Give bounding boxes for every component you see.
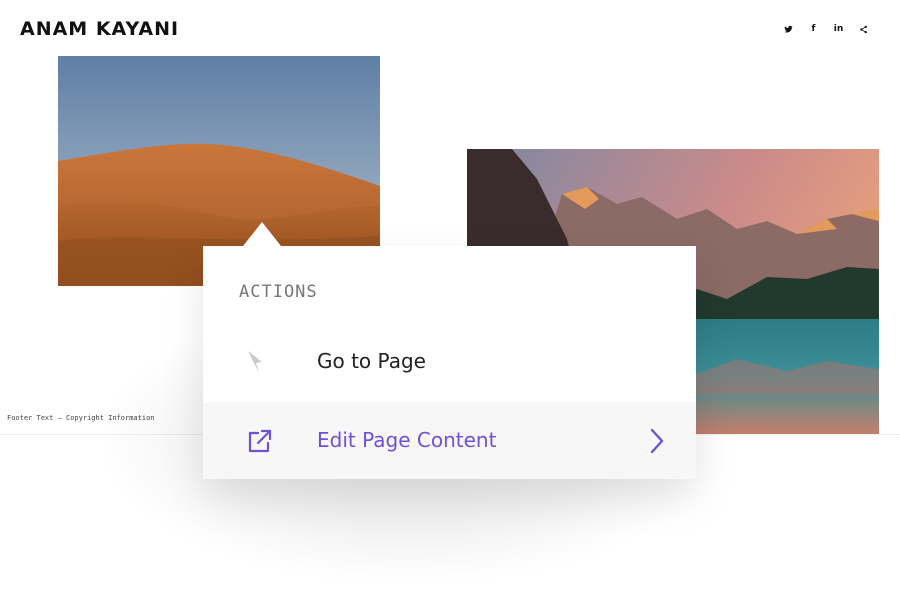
edit-page-content-label: Edit Page Content — [317, 428, 497, 452]
actions-heading: ACTIONS — [239, 282, 318, 302]
cursor-arrow-icon — [245, 347, 275, 377]
social-links: f in — [776, 22, 876, 36]
chevron-right-icon — [649, 428, 665, 454]
popup-caret — [243, 222, 281, 246]
linkedin-icon[interactable]: in — [826, 22, 851, 36]
external-link-icon — [245, 426, 275, 456]
facebook-icon[interactable]: f — [801, 22, 826, 36]
go-to-page-label: Go to Page — [317, 349, 426, 373]
actions-popup: ACTIONS Go to Page Edit Page Content — [203, 222, 696, 479]
site-logo[interactable]: ANAM KAYANI — [20, 18, 179, 40]
share-icon[interactable] — [851, 22, 876, 36]
edit-page-content-item[interactable]: Edit Page Content — [203, 402, 696, 479]
twitter-icon[interactable] — [776, 22, 801, 36]
go-to-page-item[interactable]: Go to Page — [203, 323, 696, 400]
